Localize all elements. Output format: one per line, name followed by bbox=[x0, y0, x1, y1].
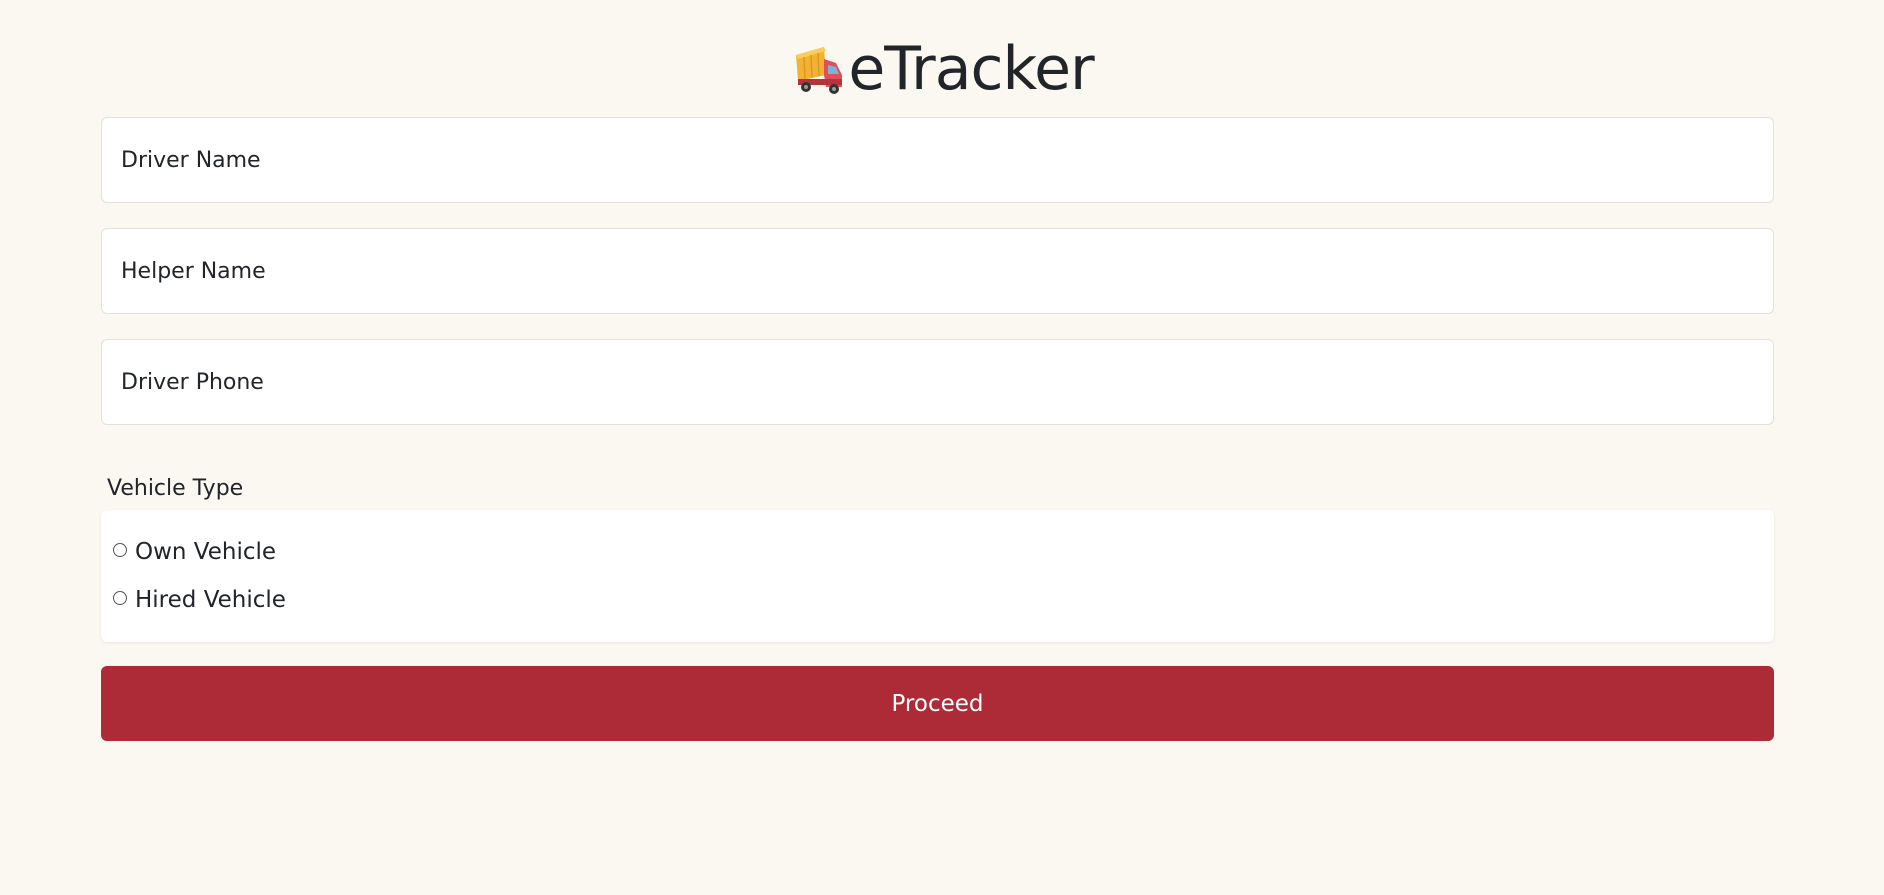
app-title: eTracker bbox=[848, 34, 1094, 104]
app-header: eTracker bbox=[0, 30, 1884, 108]
page: eTracker Vehicle Type Own Vehicle Hired … bbox=[0, 0, 1884, 895]
proceed-button[interactable]: Proceed bbox=[101, 666, 1774, 741]
hired-vehicle-label[interactable]: Hired Vehicle bbox=[135, 587, 286, 613]
own-vehicle-label[interactable]: Own Vehicle bbox=[135, 539, 276, 565]
driver-phone-input[interactable] bbox=[101, 339, 1774, 425]
own-vehicle-radio[interactable] bbox=[113, 543, 127, 557]
helper-name-input[interactable] bbox=[101, 228, 1774, 314]
hired-vehicle-radio[interactable] bbox=[113, 591, 127, 605]
driver-name-input[interactable] bbox=[101, 117, 1774, 203]
hired-vehicle-option[interactable]: Hired Vehicle bbox=[113, 585, 286, 615]
vehicle-type-label: Vehicle Type bbox=[107, 476, 244, 501]
vehicle-type-group: Own Vehicle Hired Vehicle bbox=[101, 510, 1774, 642]
truck-icon bbox=[796, 47, 843, 94]
own-vehicle-option[interactable]: Own Vehicle bbox=[113, 537, 276, 567]
